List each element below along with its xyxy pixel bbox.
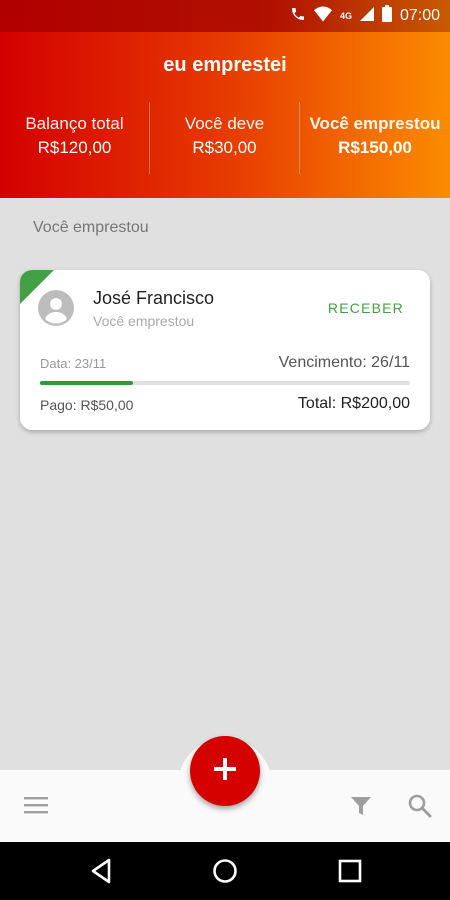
account-circle-icon [38,290,74,326]
recent-apps-icon[interactable] [338,859,362,888]
app-title: eu emprestei [163,54,287,76]
app-header: eu emprestei Balanço total R$120,00 Você… [0,32,450,198]
search-icon[interactable] [407,793,433,819]
home-icon[interactable] [212,858,238,889]
add-loan-button[interactable] [190,736,260,806]
amount-total: Total: R$200,00 [297,395,410,412]
loan-type: Você emprestou [93,313,195,329]
stat-you-owe[interactable]: Você deve R$30,00 [150,102,300,174]
status-time: 07:00 [399,6,440,24]
section-title: Você emprestou [33,219,149,236]
person-name: José Francisco [93,288,215,308]
loan-date: Data: 23/11 [40,356,107,371]
wifi-icon [313,6,332,26]
menu-icon[interactable] [24,796,48,814]
amount-paid: Pago: R$50,00 [40,397,134,413]
call-icon [290,6,306,26]
receive-button[interactable]: RECEBER [328,300,404,316]
battery-icon [381,5,392,26]
status-bar: 4G 07:00 [0,0,450,32]
stat-label: Você emprestou [309,114,441,133]
payment-progress-fill [40,381,133,385]
stat-label: Você deve [184,114,265,133]
status-icons: 4G 07:00 [290,5,440,26]
loan-card[interactable]: José Francisco Você emprestou RECEBER Da… [20,270,430,430]
stat-value: R$150,00 [338,138,412,157]
plus-icon [214,757,236,785]
system-nav-bar [0,842,450,900]
content-area: Você emprestou José Francisco Você empre… [0,198,450,770]
due-date: Vencimento: 26/11 [278,354,410,371]
stat-total-balance[interactable]: Balanço total R$120,00 [0,102,150,174]
filter-icon[interactable] [349,794,373,818]
stat-value: R$120,00 [37,138,112,157]
summary-stats: Balanço total R$120,00 Você deve R$30,00… [0,102,450,174]
stat-value: R$30,00 [192,138,257,157]
signal-icon [359,6,374,25]
stat-label: Balanço total [25,114,124,133]
stat-you-lent[interactable]: Você emprestou R$150,00 [300,102,450,174]
payment-progress [40,381,410,385]
back-icon[interactable] [89,858,113,889]
network-type: 4G [339,10,352,21]
